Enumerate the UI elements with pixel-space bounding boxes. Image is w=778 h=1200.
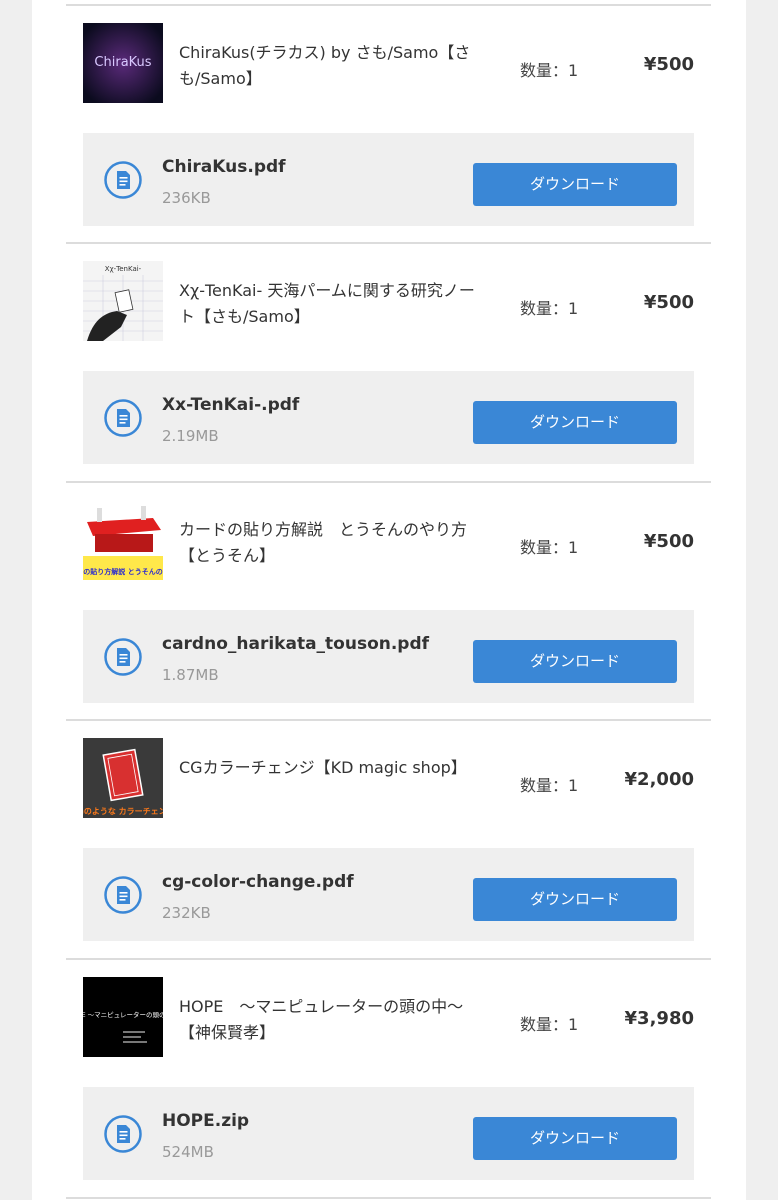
- divider: [66, 481, 711, 483]
- file-size: 2.19MB: [162, 427, 219, 445]
- product-thumbnail[interactable]: Xχ-TenKai-: [83, 261, 163, 341]
- hope-cover-image: HOPE 〜マニピュレーターの頭の中〜: [83, 977, 163, 1057]
- document-icon: [104, 399, 142, 437]
- product-thumbnail[interactable]: ChiraKus: [83, 23, 163, 103]
- download-box: cg-color-change.pdf 232KB ダウンロード: [83, 848, 694, 941]
- file-size: 524MB: [162, 1143, 214, 1161]
- product-title[interactable]: CGカラーチェンジ【KD magic shop】: [179, 755, 479, 781]
- download-box: cardno_harikata_touson.pdf 1.87MB ダウンロード: [83, 610, 694, 703]
- download-button[interactable]: ダウンロード: [473, 401, 677, 444]
- price: ¥500: [643, 531, 694, 552]
- page: ChiraKus ChiraKus(チラカス) by さも/Samo【さも/Sa…: [0, 0, 778, 1200]
- document-icon: [104, 1115, 142, 1153]
- thumbnail-logo-text: Xχ-TenKai-: [105, 265, 142, 273]
- thumbnail-logo-text: ChiraKus: [94, 55, 151, 70]
- download-button[interactable]: ダウンロード: [473, 640, 677, 683]
- chirakus-cover-image: ChiraKus: [83, 23, 163, 103]
- color-change-cover-image: CGのような カラーチェンジ: [83, 738, 163, 818]
- quantity-label: 数量：1: [520, 61, 579, 80]
- document-icon: [104, 876, 142, 914]
- product-thumbnail[interactable]: HOPE 〜マニピュレーターの頭の中〜: [83, 977, 163, 1057]
- divider: [66, 958, 711, 960]
- product-thumbnail[interactable]: カードの貼り方解説 とうそんのやり方: [83, 500, 163, 580]
- price: ¥500: [643, 292, 694, 313]
- product-thumbnail[interactable]: CGのような カラーチェンジ: [83, 738, 163, 818]
- quantity-label: 数量：1: [520, 776, 579, 795]
- thumbnail-logo-text: カードの貼り方解説 とうそんのやり方: [83, 567, 163, 576]
- download-button[interactable]: ダウンロード: [473, 163, 677, 206]
- file-name: ChiraKus.pdf: [162, 157, 286, 177]
- card-tutorial-cover-image: カードの貼り方解説 とうそんのやり方: [83, 500, 163, 580]
- divider: [66, 1197, 711, 1199]
- download-button[interactable]: ダウンロード: [473, 1117, 677, 1160]
- product-title[interactable]: Xχ-TenKai- 天海パームに関する研究ノート【さも/Samo】: [179, 278, 479, 330]
- product-title[interactable]: カードの貼り方解説 とうそんのやり方【とうそん】: [179, 517, 479, 569]
- product-title[interactable]: ChiraKus(チラカス) by さも/Samo【さも/Samo】: [179, 40, 479, 92]
- quantity-label: 数量：1: [520, 538, 579, 557]
- thumbnail-logo-text: CGのような カラーチェンジ: [83, 807, 163, 816]
- file-name: cardno_harikata_touson.pdf: [162, 634, 430, 654]
- order-item: CGのような カラーチェンジ CGカラーチェンジ【KD magic shop】 …: [66, 719, 711, 958]
- file-name: HOPE.zip: [162, 1111, 250, 1131]
- thumbnail-logo-text: HOPE 〜マニピュレーターの頭の中〜: [83, 1010, 163, 1019]
- file-size: 1.87MB: [162, 666, 219, 684]
- file-name: cg-color-change.pdf: [162, 872, 354, 892]
- download-box: HOPE.zip 524MB ダウンロード: [83, 1087, 694, 1180]
- download-box: ChiraKus.pdf 236KB ダウンロード: [83, 133, 694, 226]
- divider: [66, 242, 711, 244]
- download-box: Xx-TenKai-.pdf 2.19MB ダウンロード: [83, 371, 694, 464]
- order-item: カードの貼り方解説 とうそんのやり方 カードの貼り方解説 とうそんのやり方【とう…: [66, 481, 711, 720]
- order-item: HOPE 〜マニピュレーターの頭の中〜 HOPE 〜マニピュレーターの頭の中〜【…: [66, 958, 711, 1197]
- file-size: 236KB: [162, 189, 211, 207]
- price: ¥3,980: [624, 1008, 694, 1029]
- price: ¥500: [643, 54, 694, 75]
- divider: [66, 4, 711, 6]
- file-name: Xx-TenKai-.pdf: [162, 395, 300, 415]
- order-items-panel: ChiraKus ChiraKus(チラカス) by さも/Samo【さも/Sa…: [32, 0, 746, 1200]
- file-size: 232KB: [162, 904, 211, 922]
- divider: [66, 719, 711, 721]
- quantity-label: 数量：1: [520, 1015, 579, 1034]
- order-item: ChiraKus ChiraKus(チラカス) by さも/Samo【さも/Sa…: [66, 4, 711, 243]
- document-icon: [104, 161, 142, 199]
- price: ¥2,000: [624, 769, 694, 790]
- product-title[interactable]: HOPE 〜マニピュレーターの頭の中〜【神保賢孝】: [179, 994, 479, 1046]
- order-item: Xχ-TenKai- Xχ-TenKai- 天海パームに関する研究ノート【さも/…: [66, 242, 711, 481]
- document-icon: [104, 638, 142, 676]
- quantity-label: 数量：1: [520, 299, 579, 318]
- download-button[interactable]: ダウンロード: [473, 878, 677, 921]
- tenkai-cover-image: Xχ-TenKai-: [83, 261, 163, 341]
